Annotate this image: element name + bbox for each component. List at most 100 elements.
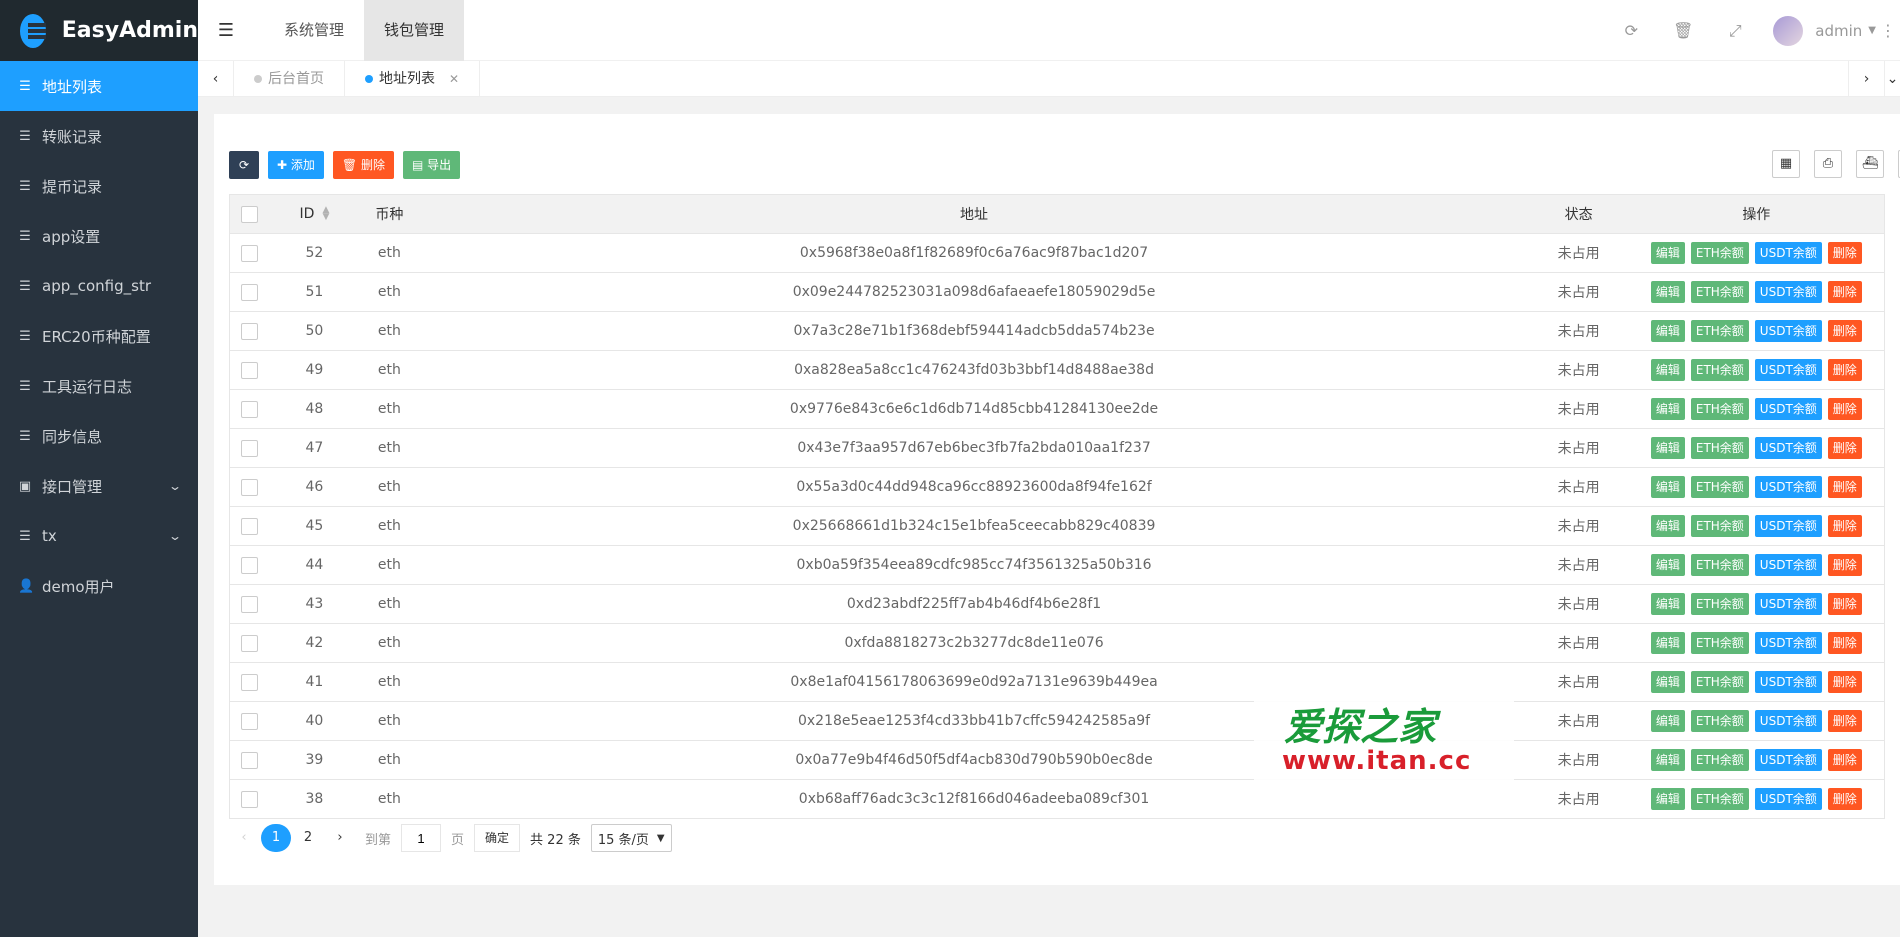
edit-button[interactable]: 编辑 — [1650, 242, 1685, 264]
edit-button[interactable]: 编辑 — [1650, 320, 1685, 342]
sidebar-item-10[interactable]: 👤 demo用户 — [0, 561, 198, 611]
sidebar-item-8[interactable]: ▣ 接口管理 ⌄ — [0, 461, 198, 511]
export-button[interactable]: ▤ 导出 — [402, 151, 461, 179]
export-icon[interactable]: ⛴ — [1856, 150, 1884, 178]
eth-balance-button[interactable]: ETH余额 — [1690, 710, 1749, 732]
edit-button[interactable]: 编辑 — [1650, 749, 1685, 771]
page-size-select[interactable]: 15 条/页 ▼ — [590, 824, 672, 852]
eth-balance-button[interactable]: ETH余额 — [1690, 671, 1749, 693]
edit-button[interactable]: 编辑 — [1650, 281, 1685, 303]
print-icon[interactable]: ⎙ — [1814, 150, 1842, 178]
edit-button[interactable]: 编辑 — [1650, 437, 1685, 459]
delete-button[interactable]: 🗑 删除 — [332, 151, 394, 179]
row-delete-button[interactable]: 删除 — [1827, 398, 1862, 420]
refresh-icon[interactable]: ⟳ — [1605, 21, 1657, 40]
edit-button[interactable]: 编辑 — [1650, 632, 1685, 654]
row-delete-button[interactable]: 删除 — [1827, 242, 1862, 264]
select-all-checkbox[interactable] — [241, 205, 259, 223]
goto-confirm-button[interactable]: 确定 — [474, 824, 521, 852]
refresh-button[interactable]: ⟳ — [229, 151, 259, 179]
row-checkbox[interactable] — [241, 712, 259, 730]
eth-balance-button[interactable]: ETH余额 — [1690, 242, 1749, 264]
edit-button[interactable]: 编辑 — [1650, 671, 1685, 693]
edit-button[interactable]: 编辑 — [1650, 788, 1685, 810]
usdt-balance-button[interactable]: USDT余额 — [1754, 242, 1822, 264]
row-checkbox[interactable] — [241, 322, 259, 340]
usdt-balance-button[interactable]: USDT余额 — [1754, 554, 1822, 576]
usdt-balance-button[interactable]: USDT余额 — [1754, 398, 1822, 420]
tab-scroll-right-icon[interactable]: › — [1848, 61, 1884, 97]
row-checkbox[interactable] — [241, 751, 259, 769]
eth-balance-button[interactable]: ETH余额 — [1690, 788, 1749, 810]
next-page-icon[interactable]: › — [325, 824, 355, 852]
eth-balance-button[interactable]: ETH余额 — [1690, 515, 1749, 537]
edit-button[interactable]: 编辑 — [1650, 515, 1685, 537]
edit-button[interactable]: 编辑 — [1650, 476, 1685, 498]
tab-scroll-left-icon[interactable]: ‹ — [198, 61, 234, 96]
sort-icon[interactable]: ▲ ▼ — [322, 206, 329, 222]
sidebar-item-5[interactable]: ☰ ERC20币种配置 — [0, 311, 198, 361]
sidebar-item-1[interactable]: ☰ 转账记录 — [0, 111, 198, 161]
sidebar-item-2[interactable]: ☰ 提币记录 — [0, 161, 198, 211]
menu-toggle-icon[interactable]: ☰ — [198, 20, 254, 41]
row-checkbox[interactable] — [241, 517, 259, 535]
row-checkbox[interactable] — [241, 595, 259, 613]
row-checkbox[interactable] — [241, 361, 259, 379]
eth-balance-button[interactable]: ETH余额 — [1690, 554, 1749, 576]
usdt-balance-button[interactable]: USDT余额 — [1754, 671, 1822, 693]
trash-icon[interactable]: 🗑 — [1657, 21, 1709, 40]
col-id[interactable]: ID ▲ ▼ — [269, 194, 360, 234]
eth-balance-button[interactable]: ETH余额 — [1690, 476, 1749, 498]
edit-button[interactable]: 编辑 — [1650, 359, 1685, 381]
row-delete-button[interactable]: 删除 — [1827, 554, 1862, 576]
add-button[interactable]: ✚ 添加 — [268, 151, 324, 179]
usdt-balance-button[interactable]: USDT余额 — [1754, 515, 1822, 537]
edit-button[interactable]: 编辑 — [1650, 398, 1685, 420]
row-delete-button[interactable]: 删除 — [1827, 281, 1862, 303]
close-icon[interactable]: ✕ — [449, 61, 459, 97]
edit-button[interactable]: 编辑 — [1650, 710, 1685, 732]
row-checkbox[interactable] — [241, 634, 259, 652]
eth-balance-button[interactable]: ETH余额 — [1690, 749, 1749, 771]
usdt-balance-button[interactable]: USDT余额 — [1754, 632, 1822, 654]
fullscreen-icon[interactable]: ⤢ — [1709, 21, 1761, 41]
sidebar-item-6[interactable]: ☰ 工具运行日志 — [0, 361, 198, 411]
row-checkbox[interactable] — [241, 790, 259, 808]
eth-balance-button[interactable]: ETH余额 — [1690, 632, 1749, 654]
tab-1[interactable]: 地址列表 ✕ — [345, 61, 481, 97]
row-delete-button[interactable]: 删除 — [1827, 749, 1862, 771]
user-menu[interactable]: admin ▼ — [1773, 15, 1876, 46]
row-delete-button[interactable]: 删除 — [1827, 320, 1862, 342]
tab-0[interactable]: 后台首页 — [234, 61, 345, 96]
row-delete-button[interactable]: 删除 — [1827, 476, 1862, 498]
usdt-balance-button[interactable]: USDT余额 — [1754, 320, 1822, 342]
row-delete-button[interactable]: 删除 — [1827, 593, 1862, 615]
row-delete-button[interactable]: 删除 — [1827, 788, 1862, 810]
eth-balance-button[interactable]: ETH余额 — [1690, 593, 1749, 615]
row-checkbox[interactable] — [241, 673, 259, 691]
columns-icon[interactable]: ▦ — [1772, 150, 1800, 178]
eth-balance-button[interactable]: ETH余额 — [1690, 359, 1749, 381]
tab-menu-chevron-icon[interactable]: ⌄ — [1884, 61, 1900, 97]
eth-balance-button[interactable]: ETH余额 — [1690, 320, 1749, 342]
usdt-balance-button[interactable]: USDT余额 — [1754, 437, 1822, 459]
page-1[interactable]: 1 — [261, 824, 291, 852]
app-logo[interactable]: EasyAdmin — [0, 0, 198, 61]
edit-button[interactable]: 编辑 — [1650, 554, 1685, 576]
row-delete-button[interactable]: 删除 — [1827, 671, 1862, 693]
page-2[interactable]: 2 — [293, 824, 323, 852]
usdt-balance-button[interactable]: USDT余额 — [1754, 749, 1822, 771]
eth-balance-button[interactable]: ETH余额 — [1690, 398, 1749, 420]
row-checkbox[interactable] — [241, 244, 259, 262]
sidebar-item-9[interactable]: ☰ tx ⌄ — [0, 511, 198, 561]
row-delete-button[interactable]: 删除 — [1827, 515, 1862, 537]
more-vertical-icon[interactable]: ⋮ — [1876, 21, 1900, 40]
edit-button[interactable]: 编辑 — [1650, 593, 1685, 615]
row-checkbox[interactable] — [241, 556, 259, 574]
eth-balance-button[interactable]: ETH余额 — [1690, 437, 1749, 459]
usdt-balance-button[interactable]: USDT余额 — [1754, 593, 1822, 615]
row-delete-button[interactable]: 删除 — [1827, 437, 1862, 459]
usdt-balance-button[interactable]: USDT余额 — [1754, 281, 1822, 303]
row-delete-button[interactable]: 删除 — [1827, 632, 1862, 654]
sidebar-item-7[interactable]: ☰ 同步信息 — [0, 411, 198, 461]
